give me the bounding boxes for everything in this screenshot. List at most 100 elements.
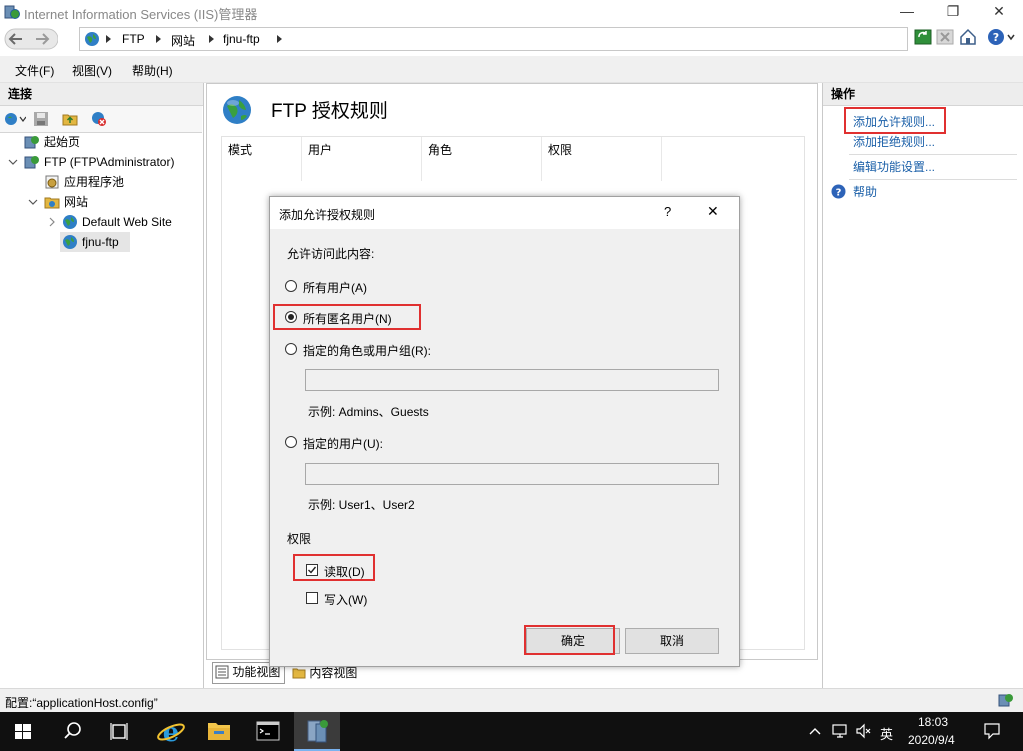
status-text: 配置:“applicationHost.config” [5,696,158,710]
windows-logo-icon [15,724,31,739]
tree-label-app-pools: 应用程序池 [64,175,125,189]
globe-icon [62,214,78,230]
refresh-button[interactable] [914,28,932,46]
radio-roles-label: 指定的角色或用户组(R): [303,344,431,358]
internet-explorer-icon: e [157,718,185,748]
radio-button[interactable] [285,343,297,355]
menu-help[interactable]: 帮助(H) [132,62,173,79]
dialog-close-button[interactable]: ✕ [707,203,719,220]
breadcrumb-sites[interactable]: 网站 [171,32,195,49]
dialog-help-button[interactable]: ? [664,204,671,219]
clock-date[interactable]: 2020/9/4 [908,733,955,747]
tree-expander-icon[interactable] [47,212,57,232]
forward-arrow-icon [30,28,58,50]
back-button[interactable] [4,27,30,51]
checkbox-write[interactable]: 写入(W) [306,591,376,607]
page-title: FTP 授权规则 [271,101,388,122]
breadcrumb-separator-icon [106,35,111,43]
radio-button[interactable] [285,280,297,292]
highlight-anonymous-option [273,304,421,330]
checkbox-unchecked[interactable] [306,592,318,604]
users-input[interactable] [305,463,719,485]
close-window-button[interactable]: ✕ [976,0,1022,24]
disconnect-icon[interactable] [91,111,107,127]
tree-label-ftp-site: fjnu-ftp [82,235,119,249]
status-server-icon [998,692,1014,708]
taskbar-cmd[interactable] [245,712,291,751]
task-view-button[interactable] [96,712,142,751]
connections-panel: 连接 起始页 FTP (FTP\Administrator) 应用程序池 网站 … [0,83,204,688]
server-icon [24,154,40,170]
save-icon[interactable] [33,111,49,127]
search-button[interactable] [49,712,95,751]
highlight-add-allow [844,107,946,134]
tab-content-view[interactable]: 内容视图 [292,664,357,684]
help-link[interactable]: 帮助 [853,181,877,203]
home-button[interactable] [958,27,978,47]
roles-example-text: 示例: Admins、Guests [308,405,429,419]
radio-users-label: 指定的用户(U): [303,437,383,451]
tab-features-label: 功能视图 [232,665,281,679]
column-header-mode[interactable]: 模式 [222,137,302,181]
tab-content-label: 内容视图 [309,666,358,680]
clock-time[interactable]: 18:03 [918,715,948,729]
globe-large-icon [221,94,253,126]
breadcrumb-ftp[interactable]: FTP [122,32,145,46]
start-button[interactable] [0,712,46,751]
actions-divider [849,154,1017,155]
users-example-text: 示例: User1、User2 [308,498,415,512]
cancel-button[interactable]: 取消 [625,628,719,654]
forward-button[interactable] [30,27,58,51]
column-header-user[interactable]: 用户 [302,137,422,181]
globe-icon [62,234,78,250]
permissions-section-label: 权限 [287,532,312,546]
maximize-button[interactable]: ❐ [930,0,976,24]
ime-indicator[interactable]: 英 [880,724,893,743]
radio-roles[interactable]: 指定的角色或用户组(R): [285,342,445,358]
minimize-button[interactable]: — [884,0,930,24]
edit-feature-settings-link[interactable]: 编辑功能设置... [853,156,935,178]
help-icon: ? [831,184,846,199]
highlight-ok-button [524,625,615,655]
notification-icon[interactable] [983,722,1001,740]
connections-toolbar [0,106,202,133]
breadcrumb-site[interactable]: fjnu-ftp [223,32,260,46]
column-header-role[interactable]: 角色 [422,137,542,181]
tree-expander-icon[interactable] [28,192,38,212]
help-menu-button[interactable]: ? [986,27,1016,47]
search-icon [64,722,81,739]
radio-users[interactable]: 指定的用户(U): [285,435,405,451]
dialog-titlebar: 添加允许授权规则 ? ✕ [270,197,739,229]
svg-text:e: e [163,718,180,748]
roles-input[interactable] [305,369,719,391]
up-folder-icon[interactable] [62,111,78,127]
column-header-permission[interactable]: 权限 [542,137,662,181]
connections-header: 连接 [0,83,203,106]
taskbar-ie[interactable]: e [148,712,194,751]
content-view-icon [292,666,306,680]
stop-button[interactable] [936,28,954,46]
checkbox-write-label: 写入(W) [324,593,368,607]
actions-panel: 操作 添加允许规则... 添加拒绝规则... 编辑功能设置... ? 帮助 [822,83,1023,688]
app-pool-icon [44,174,60,190]
tree-label-sites: 网站 [64,195,89,209]
window-title: Internet Information Services (IIS)管理器 [24,7,258,22]
connect-icon[interactable] [4,111,26,127]
tray-chevron-up-icon[interactable] [808,725,822,737]
address-path-box[interactable]: FTP 网站 fjnu-ftp [79,27,908,51]
menu-file[interactable]: 文件(F) [15,62,54,79]
sites-folder-icon [44,194,60,210]
volume-muted-icon[interactable] [855,723,873,739]
taskbar-file-explorer[interactable] [196,712,242,751]
menu-view[interactable]: 视图(V) [72,62,112,79]
features-view-icon [215,665,229,679]
breadcrumb-separator-icon [209,35,214,43]
tree-item-ftp-site[interactable]: fjnu-ftp [60,232,130,252]
taskbar-iis-manager[interactable] [294,712,340,751]
add-deny-rule-link[interactable]: 添加拒绝规则... [853,131,935,153]
tree-expander-icon[interactable] [8,152,18,172]
radio-button[interactable] [285,436,297,448]
radio-all-users[interactable]: 所有用户(A) [285,279,405,295]
folder-icon [208,723,230,740]
network-icon[interactable] [831,723,849,739]
